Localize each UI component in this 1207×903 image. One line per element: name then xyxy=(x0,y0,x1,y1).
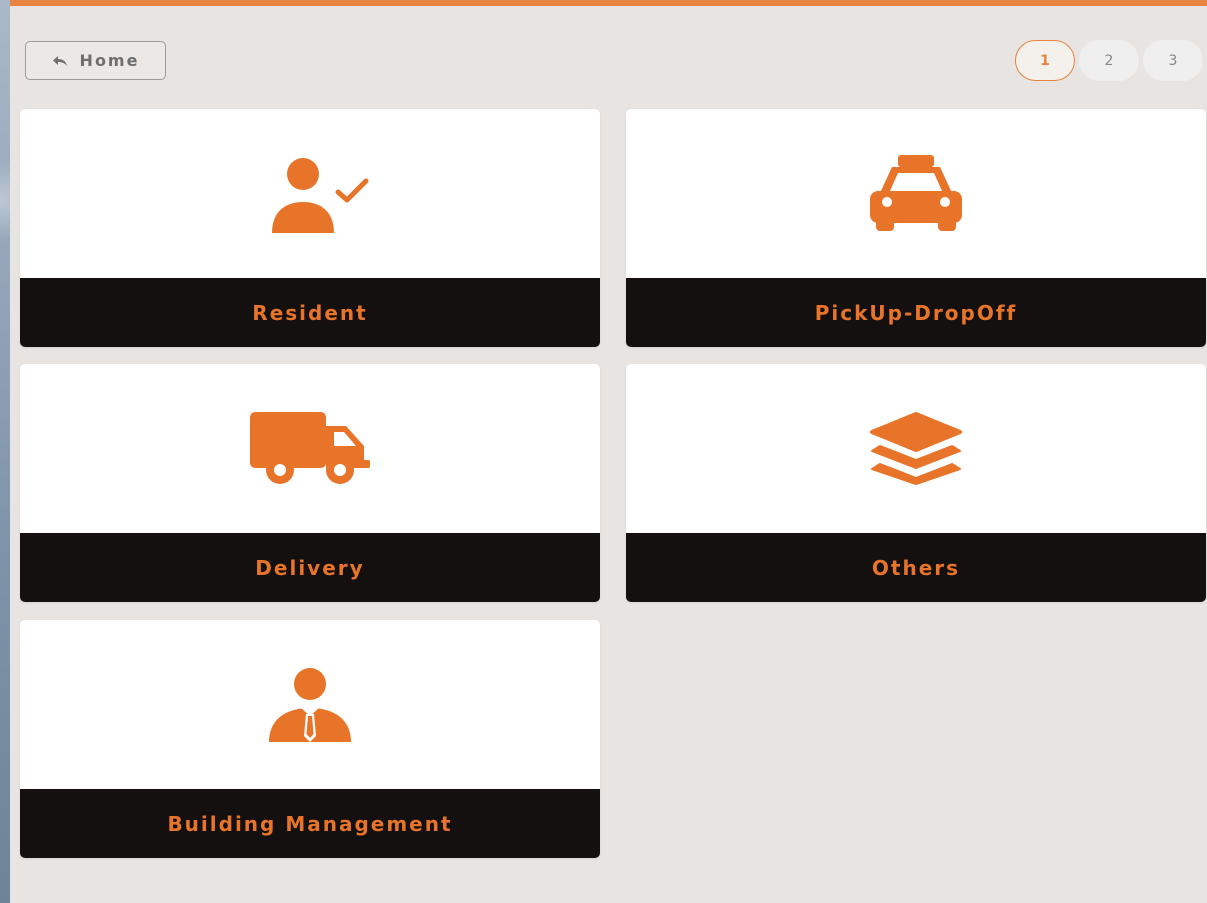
page-2-button[interactable]: 2 xyxy=(1079,40,1139,81)
category-card-pickup-dropoff[interactable]: PickUp-DropOff xyxy=(626,109,1206,347)
category-card-resident[interactable]: Resident xyxy=(20,109,600,347)
layers-icon xyxy=(870,412,962,485)
card-label: PickUp-DropOff xyxy=(626,278,1206,347)
taxi-icon xyxy=(870,155,962,231)
user-check-icon xyxy=(272,158,369,233)
user-tie-icon xyxy=(269,668,351,742)
card-icon-area xyxy=(20,620,600,788)
card-label: Building Management xyxy=(20,789,600,858)
home-button[interactable]: Home xyxy=(25,41,166,80)
home-button-label: Home xyxy=(79,51,140,70)
page-3-button[interactable]: 3 xyxy=(1143,40,1203,81)
card-icon-area xyxy=(626,109,1206,277)
card-label: Others xyxy=(626,533,1206,602)
category-card-delivery[interactable]: Delivery xyxy=(20,364,600,602)
reply-arrow-icon xyxy=(52,55,68,67)
card-label: Resident xyxy=(20,278,600,347)
main-panel: Home 1 2 3 Resident PickUp-DropOff Deliv… xyxy=(10,0,1207,903)
card-icon-area xyxy=(626,364,1206,532)
page-1-button[interactable]: 1 xyxy=(1015,40,1075,81)
card-label: Delivery xyxy=(20,533,600,602)
card-icon-area xyxy=(20,109,600,277)
truck-icon xyxy=(250,412,370,484)
category-card-others[interactable]: Others xyxy=(626,364,1206,602)
category-card-building-management[interactable]: Building Management xyxy=(20,620,600,858)
pagination: 1 2 3 xyxy=(1015,40,1203,81)
card-icon-area xyxy=(20,364,600,532)
